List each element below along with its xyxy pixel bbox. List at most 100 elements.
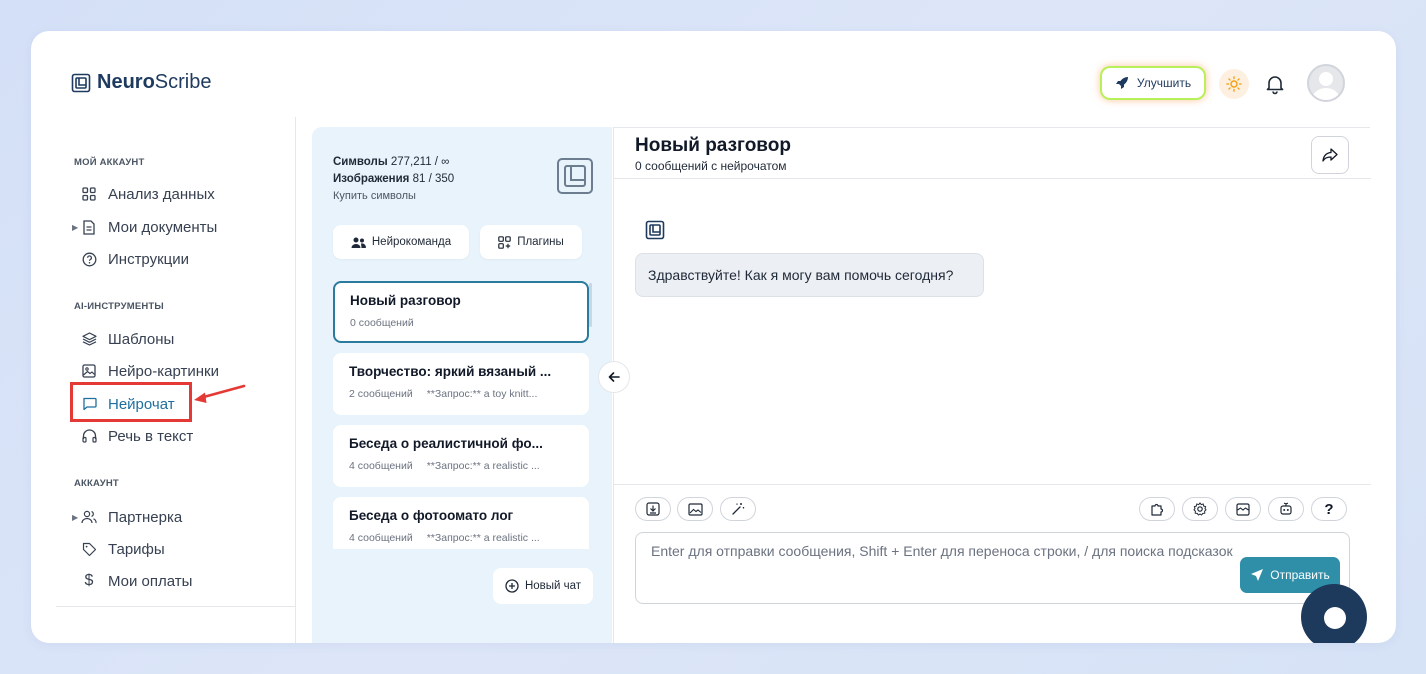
tag-icon	[81, 541, 97, 557]
document-icon	[81, 219, 97, 235]
bot-message: Здравствуйте! Как я могу вам помочь сего…	[635, 253, 984, 297]
annotation-highlight-box	[70, 382, 192, 422]
users-icon	[81, 509, 97, 525]
plugins-tool-button[interactable]	[1139, 497, 1175, 521]
message-input[interactable]	[651, 543, 1241, 583]
chat-subtitle: 0 сообщений с нейрочатом	[635, 159, 787, 173]
sidebar-item-label: Партнерка	[108, 508, 183, 526]
arrow-left-icon	[608, 372, 620, 382]
logo-watermark-icon	[557, 158, 593, 194]
sidebar-item-label: Нейро-картинки	[108, 362, 219, 380]
rocket-icon	[1115, 77, 1128, 89]
attach-image-button[interactable]	[677, 497, 713, 521]
sidebar-item-my-documents[interactable]: ▶ Мои документы	[72, 216, 218, 238]
new-chat-button[interactable]: Новый чат	[493, 568, 593, 604]
plus-circle-icon	[505, 579, 519, 593]
gear-icon	[1193, 502, 1207, 516]
caret-right-icon: ▶	[72, 222, 79, 232]
upgrade-label: Улучшить	[1136, 76, 1192, 90]
conversation-title: Беседа о реалистичной фо...	[349, 436, 543, 451]
sidebar-item-speech-to-text[interactable]: Речь в текст	[81, 425, 193, 447]
buy-symbols-link[interactable]: Купить символы	[333, 188, 454, 205]
upload-file-button[interactable]	[635, 497, 671, 521]
share-arrow-icon	[1322, 148, 1338, 162]
conversation-list-panel: Символы 277,211 / ∞ Изображения 81 / 350…	[312, 127, 612, 643]
grid-icon	[81, 186, 97, 202]
annotation-arrow-icon	[194, 384, 246, 403]
robot-icon	[1280, 502, 1292, 515]
user-silhouette-icon	[1312, 72, 1340, 100]
conversation-item[interactable]: Беседа о реалистичной фо... 4 сообщений *…	[333, 425, 589, 487]
conversation-count: 2 сообщений	[349, 388, 413, 400]
sidebar-item-label: Анализ данных	[108, 185, 215, 203]
image-icon	[81, 363, 97, 379]
sidebar-item-label: Мои документы	[108, 218, 218, 236]
send-icon	[1251, 569, 1264, 581]
user-avatar[interactable]	[1307, 64, 1345, 102]
conversation-preview: **Запрос:** a toy knitt...	[426, 388, 538, 400]
images-label: Изображения	[333, 173, 410, 185]
conversation-title: Творчество: яркий вязаный ...	[349, 364, 552, 379]
conversation-item[interactable]: Беседа о фотоомато лог 4 сообщений **Запр…	[333, 497, 589, 549]
sun-icon	[1226, 76, 1242, 92]
app-window: NeuroScribe Улучшить МОЙ АККАУНТ Анализ …	[31, 31, 1396, 643]
conversation-item[interactable]: Новый разговор 0 сообщений	[333, 281, 589, 343]
caret-right-icon: ▶	[72, 512, 79, 522]
section-title-account: АККАУНТ	[74, 478, 119, 489]
help-button[interactable]: ?	[1311, 497, 1347, 521]
sidebar-item-label: Мои оплаты	[108, 572, 193, 590]
magic-wand-button[interactable]	[720, 497, 756, 521]
app-name: NeuroScribe	[97, 71, 212, 93]
list-scrollbar[interactable]	[589, 283, 592, 327]
sidebar-item-data-analysis[interactable]: Анализ данных	[81, 183, 215, 205]
magic-wand-icon	[732, 503, 745, 515]
image-icon	[687, 502, 703, 516]
conversation-count: 0 сообщений	[350, 317, 414, 329]
conversation-count: 4 сообщений	[349, 532, 413, 544]
sidebar-item-tariffs[interactable]: Тарифы	[81, 538, 165, 560]
dollar-icon: $	[84, 572, 94, 589]
media-tool-button[interactable]	[1225, 497, 1261, 521]
sidebar-item-label: Тарифы	[108, 540, 165, 558]
new-chat-label: Новый чат	[524, 580, 582, 592]
conversation-title: Новый разговор	[350, 293, 461, 308]
chat-title: Новый разговор	[635, 135, 791, 156]
sidebar-item-label: Шаблоны	[108, 330, 175, 348]
bot-settings-button[interactable]	[1268, 497, 1304, 521]
logo-icon	[71, 73, 91, 92]
conversation-item[interactable]: Творчество: яркий вязаный ... 2 сообщени…	[333, 353, 589, 415]
settings-button[interactable]	[1182, 497, 1218, 521]
plugins-label: Плагины	[517, 236, 564, 248]
conversation-preview: **Запрос:** a realistic ...	[426, 460, 540, 472]
app-logo[interactable]: NeuroScribe	[71, 71, 212, 94]
headphones-icon	[81, 428, 97, 444]
symbols-label: Символы	[333, 156, 388, 168]
section-title-ai-tools: AI-ИНСТРУМЕНТЫ	[74, 301, 164, 312]
team-icon	[351, 237, 366, 248]
bot-avatar-icon	[645, 220, 665, 240]
sidebar-item-neuro-images[interactable]: Нейро-картинки	[81, 360, 219, 382]
neuro-team-button[interactable]: Нейрокоманда	[333, 225, 469, 259]
theme-toggle-button[interactable]	[1219, 69, 1249, 99]
picture-frame-icon	[1236, 502, 1250, 516]
upgrade-button[interactable]: Улучшить	[1102, 68, 1204, 98]
sidebar-item-my-payments[interactable]: $ Мои оплаты	[81, 570, 193, 592]
sidebar-item-instructions[interactable]: Инструкции	[81, 248, 189, 270]
sidebar-item-templates[interactable]: Шаблоны	[81, 328, 174, 350]
sidebar: МОЙ АККАУНТ Анализ данных ▶ Мои документ…	[31, 117, 296, 643]
neuro-team-label: Нейрокоманда	[371, 236, 452, 248]
bell-icon[interactable]	[1264, 73, 1286, 95]
support-bubble-icon	[1324, 607, 1346, 629]
help-label: ?	[1324, 500, 1334, 518]
help-circle-icon	[81, 251, 97, 267]
layers-icon	[81, 331, 97, 347]
chat-header-divider	[614, 178, 1371, 179]
collapse-panel-button[interactable]	[598, 361, 630, 393]
conversation-count: 4 сообщений	[349, 460, 413, 472]
plugins-button[interactable]: Плагины	[480, 225, 582, 259]
symbols-value: 277,211 / ∞	[390, 156, 450, 168]
sidebar-item-partner[interactable]: ▶ Партнерка	[72, 506, 183, 528]
share-button[interactable]	[1311, 136, 1349, 174]
support-chat-button[interactable]	[1301, 584, 1367, 643]
puzzle-icon	[1151, 503, 1164, 516]
